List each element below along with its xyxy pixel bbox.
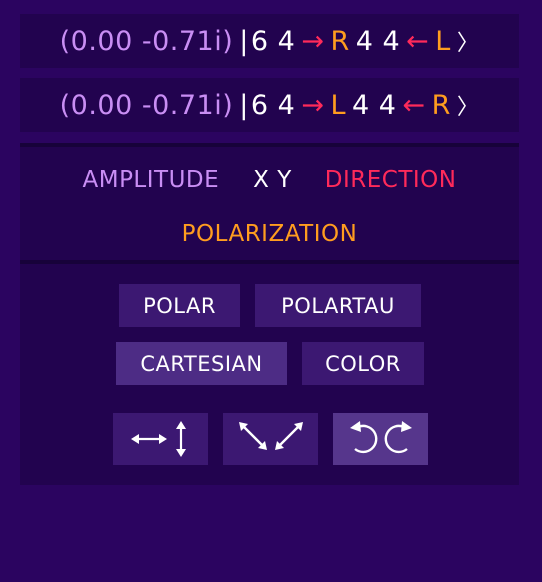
direction-arrow-right: → (301, 25, 325, 57)
ket-position-2: 4 4 (355, 25, 401, 57)
ket-bar: | (239, 25, 249, 57)
polar-button[interactable]: POLAR (119, 284, 240, 327)
direction-arrow-left: ← (406, 25, 430, 57)
amplitude-value: (0.00 -0.71i) (59, 89, 234, 121)
ket-close: 〉 (456, 31, 480, 56)
legend-row: POLARIZATION (20, 221, 519, 247)
circular-button[interactable] (333, 413, 428, 465)
linear-diagonal-button[interactable] (223, 413, 318, 465)
linear-hv-button[interactable] (113, 413, 208, 465)
polartau-button[interactable]: POLARTAU (255, 284, 421, 327)
legend-amplitude: AMPLITUDE (82, 167, 220, 193)
polarization-1: L (330, 89, 346, 121)
polarization-2: R (431, 89, 451, 121)
legend-row: AMPLITUDE X Y DIRECTION (20, 167, 519, 193)
diagonal-arrows-icon (236, 419, 306, 459)
legend-panel: AMPLITUDE X Y DIRECTION POLARIZATION (20, 143, 519, 264)
ket-position-1: 6 4 (250, 25, 296, 57)
horizontal-vertical-arrows-icon (129, 419, 193, 459)
ket-close: 〉 (456, 95, 480, 120)
polarization-2: L (435, 25, 451, 57)
legend-xy: X Y (253, 167, 292, 193)
direction-arrow-left: ← (402, 89, 426, 121)
ket-bar: | (239, 89, 249, 121)
legend-polarization: POLARIZATION (181, 221, 358, 247)
legend-direction: DIRECTION (324, 167, 457, 193)
amplitude-value: (0.00 -0.71i) (59, 25, 234, 57)
circular-arrows-icon (346, 418, 416, 460)
ket-position-2: 4 4 (352, 89, 397, 121)
cartesian-button[interactable]: CARTESIAN (116, 342, 287, 385)
color-button[interactable]: COLOR (302, 342, 424, 385)
polarization-1: R (330, 25, 350, 57)
ket-row-2: (0.00 -0.71i) | 6 4 → L 4 4 ← R 〉 (20, 78, 519, 132)
ket-position-1: 6 4 (250, 89, 296, 121)
ket-row-1: (0.00 -0.71i) | 6 4 → R 4 4 ← L 〉 (20, 14, 519, 68)
controls-panel: POLAR POLARTAU CARTESIAN COLOR (20, 264, 519, 485)
direction-arrow-right: → (301, 89, 325, 121)
